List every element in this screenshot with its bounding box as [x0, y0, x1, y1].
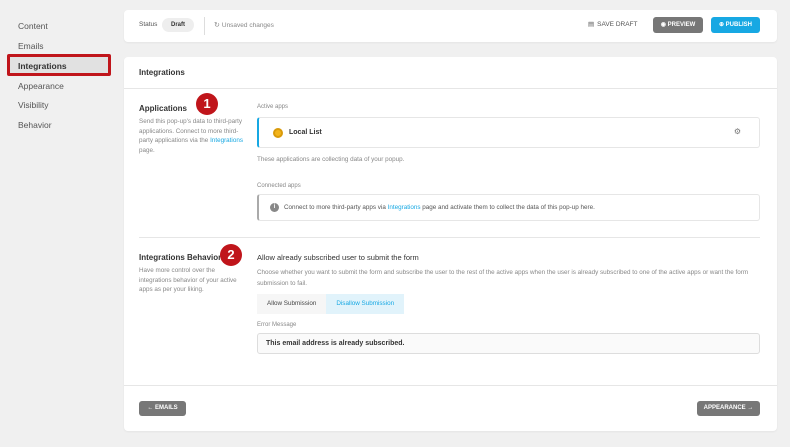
- annotation-badge-2: 2: [220, 244, 242, 266]
- back-emails-label: EMAILS: [155, 405, 178, 411]
- preview-button[interactable]: ◉ PREVIEW: [653, 17, 703, 33]
- top-bar: Status Draft ↻ Unsaved changes ▤ SAVE DRAF…: [124, 10, 777, 42]
- publish-button[interactable]: ⊕ PUBLISH: [711, 17, 760, 33]
- unsaved-changes-label: Unsaved changes: [221, 22, 274, 29]
- integrations-behavior-title: Integrations Behavior: [139, 253, 222, 262]
- active-app-name: Local List: [289, 129, 322, 136]
- unsaved-changes: ↻ Unsaved changes: [214, 21, 274, 29]
- gear-icon[interactable]: ⚙: [734, 127, 741, 136]
- globe-icon: ⊕: [718, 22, 724, 28]
- save-icon: ▤: [588, 21, 595, 28]
- notice-text: Connect to more third-party apps via Int…: [284, 204, 595, 211]
- active-apps-help: These applications are collecting data o…: [257, 156, 405, 163]
- status-label: Status: [139, 21, 158, 28]
- notice-text-end: page and activate them to collect the da…: [420, 204, 595, 211]
- save-draft-label: SAVE DRAFT: [597, 21, 638, 28]
- integrations-panel: Integrations Applications 1 Send this po…: [124, 57, 777, 431]
- active-apps-label: Active apps: [257, 104, 289, 110]
- integrations-behavior-description: Have more control over the integrations …: [139, 267, 237, 293]
- status-badge: Draft: [162, 18, 194, 32]
- active-app-card[interactable]: Local List ⚙: [257, 117, 760, 148]
- sidebar-item-behavior[interactable]: Behavior: [18, 120, 52, 130]
- save-draft-button[interactable]: ▤ SAVE DRAFT: [588, 20, 638, 28]
- allow-subscribed-description: Choose whether you want to submit the fo…: [257, 269, 749, 287]
- preview-label: PREVIEW: [667, 22, 696, 28]
- eye-icon: ◉: [660, 22, 666, 28]
- refresh-icon: ↻: [214, 22, 220, 29]
- publish-label: PUBLISH: [725, 22, 753, 28]
- sidebar-item-integrations[interactable]: Integrations: [18, 61, 67, 71]
- integrations-link[interactable]: Integrations: [210, 137, 243, 144]
- app-icon: [273, 128, 283, 138]
- annotation-badge-1: 1: [196, 93, 218, 115]
- arrow-left-icon: ←: [147, 405, 154, 411]
- submission-toggle: Allow Submission Disallow Submission: [257, 294, 405, 314]
- back-emails-button[interactable]: ← EMAILS: [139, 401, 186, 416]
- info-icon: i: [270, 203, 279, 212]
- arrow-right-icon: →: [747, 405, 754, 411]
- notice-integrations-link[interactable]: Integrations: [388, 204, 421, 211]
- page-title: Integrations: [139, 68, 185, 77]
- allow-subscribed-title: Allow already subscribed user to submit …: [257, 253, 419, 262]
- sidebar: Content Emails Integrations Appearance V…: [0, 0, 118, 447]
- divider: [139, 237, 760, 238]
- sidebar-item-visibility[interactable]: Visibility: [18, 100, 49, 110]
- sidebar-item-content[interactable]: Content: [18, 21, 48, 31]
- next-appearance-button[interactable]: APPEARANCE →: [697, 401, 760, 416]
- notice-text-start: Connect to more third-party apps via: [284, 204, 388, 211]
- error-message-label: Error Message: [257, 322, 297, 328]
- next-appearance-label: APPEARANCE: [703, 405, 746, 411]
- divider: [204, 17, 205, 35]
- connected-apps-notice: i Connect to more third-party apps via I…: [257, 194, 760, 221]
- allow-submission-option[interactable]: Allow Submission: [257, 294, 327, 314]
- divider: [124, 88, 777, 89]
- error-message-field[interactable]: This email address is already subscribed…: [257, 333, 760, 354]
- applications-description: Send this pop-up's data to third-party a…: [139, 117, 244, 155]
- sidebar-item-emails[interactable]: Emails: [18, 41, 44, 51]
- applications-title: Applications: [139, 104, 188, 113]
- divider: [124, 385, 777, 386]
- connected-apps-label: Connected apps: [257, 183, 301, 189]
- sidebar-item-appearance[interactable]: Appearance: [18, 81, 64, 91]
- disallow-submission-option[interactable]: Disallow Submission: [326, 294, 405, 314]
- applications-desc-end: page.: [139, 146, 155, 154]
